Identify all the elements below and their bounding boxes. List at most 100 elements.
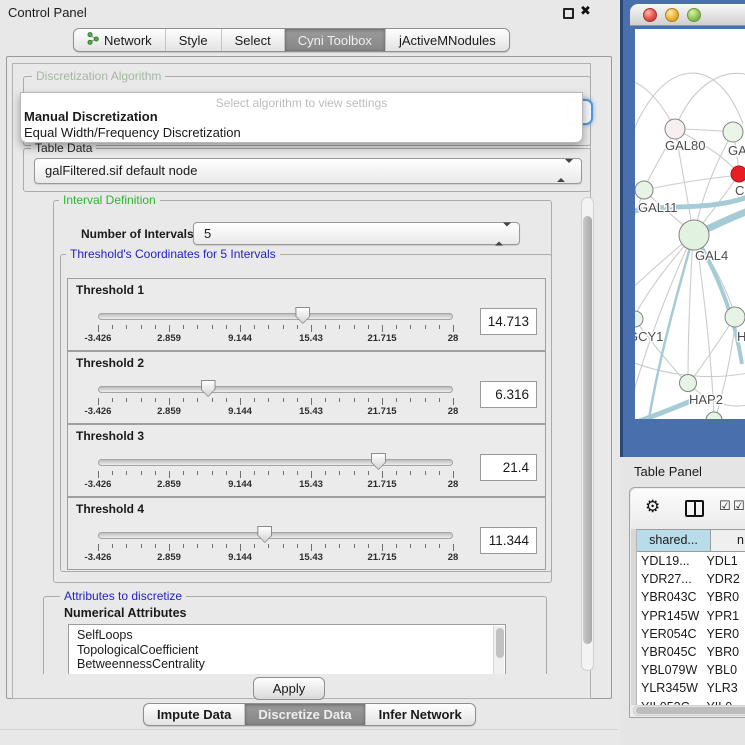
table-row[interactable]: YBR045CYBR0 <box>637 643 745 661</box>
tick-mark <box>126 471 127 475</box>
tick-mark <box>439 325 440 329</box>
tab-cyni-toolbox[interactable]: Cyni Toolbox <box>284 29 385 51</box>
tab-select[interactable]: Select <box>221 29 284 51</box>
tab-discretize-data[interactable]: Discretize Data <box>244 704 364 725</box>
attribute-item-betweennesscentrality[interactable]: BetweennessCentrality <box>69 657 505 672</box>
cell-shared-name[interactable]: YDL19... <box>637 552 706 570</box>
threshold-slider[interactable] <box>98 452 453 472</box>
cell-name[interactable]: YLR3 <box>706 679 745 697</box>
cell-shared-name[interactable]: YIL052C <box>637 698 706 706</box>
algorithm-option-equal-width-frequency-discretization[interactable]: Equal Width/Frequency Discretization <box>21 125 582 141</box>
tick-label: 9.144 <box>228 406 252 417</box>
checkbox-checked-icon[interactable]: ☑ <box>719 499 731 514</box>
cell-name[interactable]: YDL1 <box>706 552 745 570</box>
attribute-item-selfloops[interactable]: SelfLoops <box>69 628 505 643</box>
table-row[interactable]: YBR043CYBR0 <box>637 588 745 606</box>
cell-name[interactable]: YIL0 <box>706 698 745 706</box>
tab-infer-network[interactable]: Infer Network <box>365 704 475 725</box>
cell-shared-name[interactable]: YBR045C <box>637 643 706 661</box>
tick-mark <box>382 398 383 405</box>
table-row[interactable]: YDL19...YDL1 <box>637 552 745 570</box>
slider-thumb[interactable] <box>201 380 216 397</box>
tick-mark <box>155 398 156 402</box>
slider-thumb[interactable] <box>371 453 386 470</box>
table-data-combobox[interactable]: galFiltered.sif default node <box>34 158 582 184</box>
table-row[interactable]: YBL079WYBL0 <box>637 661 745 679</box>
tick-label: -3.426 <box>85 406 112 417</box>
threshold-2: Threshold 2-3.4262.8599.14415.4321.71528… <box>67 351 546 424</box>
cell-name[interactable]: YBR0 <box>706 643 745 661</box>
table-row[interactable]: YER054CYER0 <box>637 625 745 643</box>
zoom-traffic-light-icon[interactable] <box>687 8 701 22</box>
cell-name[interactable]: YER0 <box>706 625 745 643</box>
table-row[interactable]: YPR145WYPR1 <box>637 607 745 625</box>
tick-mark <box>453 398 454 405</box>
control-panel-title: Control Panel <box>8 5 87 20</box>
slider-thumb[interactable] <box>257 526 272 543</box>
attributes-list-scrollbar[interactable] <box>493 626 504 674</box>
cell-shared-name[interactable]: YBR043C <box>637 588 706 606</box>
network-node-hap2[interactable] <box>680 375 697 392</box>
threshold-value-field[interactable]: 6.316 <box>480 381 537 408</box>
cell-name[interactable]: YDR2 <box>706 570 745 588</box>
network-node-gal80[interactable] <box>665 119 685 139</box>
slider-track <box>98 386 453 393</box>
tick-mark <box>197 471 198 475</box>
table-hscrollbar-thumb[interactable] <box>636 707 745 714</box>
network-node-c[interactable] <box>731 166 745 182</box>
algorithm-option-manual-discretization[interactable]: Manual Discretization <box>21 109 582 125</box>
table-row[interactable]: YDR27...YDR2 <box>637 570 745 588</box>
threshold-value-field[interactable]: 11.344 <box>480 527 537 554</box>
threshold-slider[interactable] <box>98 379 453 399</box>
settings-scrollbar-thumb[interactable] <box>583 216 592 644</box>
cell-name[interactable]: YBR0 <box>706 588 745 606</box>
tick-mark <box>354 398 355 402</box>
network-view-window: GAL80GACGAL11GAL4GCY1HHAP2 <box>620 0 745 457</box>
apply-button[interactable]: Apply <box>253 677 325 700</box>
tick-mark <box>368 398 369 402</box>
close-icon[interactable]: ✖ <box>580 4 591 19</box>
tab-style[interactable]: Style <box>165 29 221 51</box>
network-node-gcy1[interactable] <box>635 311 643 327</box>
cell-shared-name[interactable]: YPR145W <box>637 607 706 625</box>
network-node[interactable] <box>706 412 722 419</box>
tab-impute-data[interactable]: Impute Data <box>144 704 244 725</box>
close-traffic-light-icon[interactable] <box>643 8 657 22</box>
cell-name[interactable]: YPR1 <box>706 607 745 625</box>
cell-shared-name[interactable]: YER054C <box>637 625 706 643</box>
numerical-attributes-list[interactable]: SelfLoopsTopologicalCoefficientBetweenne… <box>68 624 506 674</box>
cell-shared-name[interactable]: YBL079W <box>637 661 706 679</box>
settings-scrollbar[interactable] <box>581 197 594 671</box>
float-window-icon[interactable] <box>563 8 574 19</box>
network-node-gal11[interactable] <box>635 181 653 199</box>
slider-thumb[interactable] <box>295 307 310 324</box>
network-node-gal4[interactable] <box>679 220 709 250</box>
cell-shared-name[interactable]: YDR27... <box>637 570 706 588</box>
tab-jactivemnodules[interactable]: jActiveMNodules <box>385 29 509 51</box>
cell-shared-name[interactable]: YLR345W <box>637 679 706 697</box>
minimize-traffic-light-icon[interactable] <box>665 8 679 22</box>
table-horizontal-scrollbar[interactable] <box>633 705 745 716</box>
attribute-item-topologicalcoefficient[interactable]: TopologicalCoefficient <box>69 643 505 658</box>
threshold-slider[interactable] <box>98 525 453 545</box>
column-header-name[interactable]: n <box>711 529 745 552</box>
threshold-value-field[interactable]: 21.4 <box>480 454 537 481</box>
tab-network[interactable]: Network <box>74 29 165 51</box>
network-node-h[interactable] <box>725 307 745 327</box>
column-header-shared[interactable]: shared... <box>637 529 711 552</box>
split-columns-icon[interactable] <box>685 500 704 517</box>
network-canvas[interactable]: GAL80GACGAL11GAL4GCY1HHAP2 <box>635 29 745 419</box>
tick-mark <box>368 325 369 329</box>
gear-icon[interactable]: ⚙ <box>645 497 660 517</box>
checkbox-checked-icon[interactable]: ☑ <box>733 499 745 514</box>
tick-mark <box>254 398 255 402</box>
threshold-slider[interactable] <box>98 306 453 326</box>
tick-mark <box>197 398 198 402</box>
tick-label: -3.426 <box>85 552 112 563</box>
number-of-intervals-combobox[interactable]: 5 <box>193 222 520 245</box>
network-node-ga[interactable] <box>723 122 743 142</box>
cell-name[interactable]: YBL0 <box>706 661 745 679</box>
table-row[interactable]: YLR345WYLR3 <box>637 679 745 697</box>
table-row[interactable]: YIL052CYIL0 <box>637 698 745 706</box>
threshold-value-field[interactable]: 14.713 <box>480 308 537 335</box>
